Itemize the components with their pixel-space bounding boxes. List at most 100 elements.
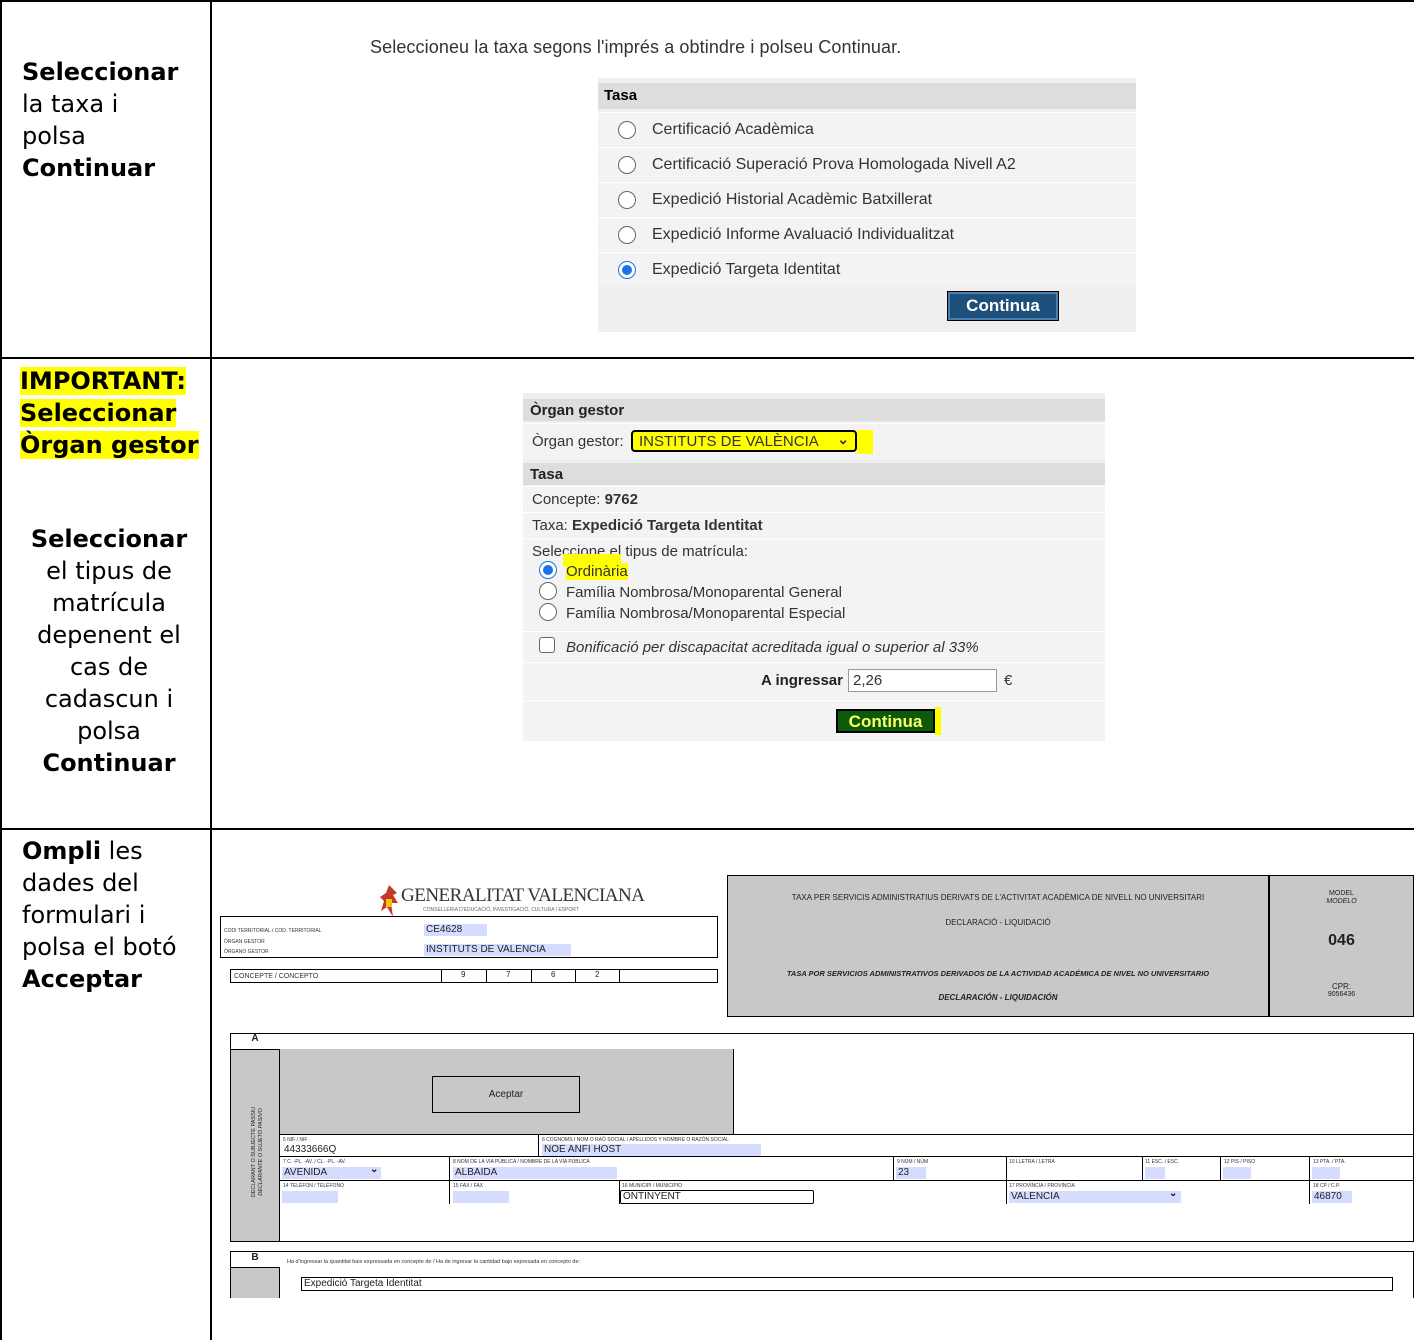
step1-bold-select: Seleccionar [22,58,179,86]
tax-option-label: Certificació Superació Prova Homologada … [652,156,1016,173]
tax-option-selected[interactable]: Expedició Targeta Identitat [598,252,1136,286]
step2-line2: el tipus de [46,557,172,585]
radio-button[interactable] [539,603,557,621]
f5-value[interactable]: 44333666Q [282,1144,527,1156]
concepte-text: Concepte: 9762 [532,491,638,508]
cpr-label: CPR: [1331,982,1352,991]
organ-gestor-label: Òrgan gestor: [532,433,624,450]
bonificacio-label: Bonificació per discapacitat acreditada … [566,639,979,656]
f14-value[interactable] [282,1191,338,1203]
chevron-down-icon: ⌄ [1169,1188,1178,1199]
organ-value[interactable]: INSTITUTS DE VALENCIA [424,944,571,956]
step1-instructions: Seleccionar la taxa i polsa Continuar [22,56,178,184]
step3-bold-accept: Acceptar [22,965,142,993]
f14-label: 14 TELÈFON / TELÉFONO [283,1183,344,1189]
table-row-divider-1 [0,357,1414,359]
tax-option[interactable]: Certificació Acadèmica [598,112,1136,146]
organ-tax-panel: Òrgan gestor Òrgan gestor: INSTITUTS DE … [523,393,1105,741]
f11-value[interactable] [1145,1167,1165,1179]
taxa-text: Taxa: Expedició Targeta Identitat [532,517,763,534]
step2-line4: depenent el [37,621,181,649]
f16-value[interactable]: ONTINYENT [620,1190,814,1204]
concepte-box: CONCEPTE / CONCEPTO 9 7 6 2 [230,969,718,983]
f12-value[interactable] [1223,1167,1251,1179]
tax-selection-panel: Tasa Certificació Acadèmica Certificació… [598,78,1136,332]
digit-divider [575,970,576,982]
chevron-down-icon: ⌄ [370,1164,379,1175]
header-va-subtitle: DECLARACIÓ - LIQUIDACIÓ [945,918,1051,927]
aceptar-button[interactable]: Aceptar [432,1076,580,1113]
model-number: 046 [1328,932,1355,949]
section-b-sidebar [231,1267,280,1298]
concepte-row: Concepte: 9762 [523,486,1105,511]
section-a-label-cell: A [230,1033,280,1049]
model-label: MODEL [1329,890,1354,897]
declarant-label: DECLARANT O SUBJECTE PASSIU [251,1106,257,1198]
f7-value[interactable]: AVENIDA [282,1167,381,1179]
f12-label: 12 PIS / PISO [1224,1159,1256,1165]
radio-button[interactable] [539,582,557,600]
matricula-row: Seleccione el tipus de matrícula: Ordinà… [523,538,1105,630]
section-a-letter: A [251,1033,259,1044]
digit-divider [486,970,487,982]
section-b-label-cell: B [230,1252,280,1266]
tax-option[interactable]: Expedició Informe Avaluació Individualit… [598,217,1136,251]
radio-button[interactable] [618,191,636,209]
codi-value[interactable]: CE4628 [424,924,487,936]
radio-button-selected[interactable] [618,261,636,279]
cpr-value: 9056436 [1327,991,1356,998]
radio-button-selected[interactable] [539,561,557,579]
f13-value[interactable] [1312,1167,1340,1179]
continue-button[interactable]: Continua [836,709,935,733]
codi-label: CODI TERRITORIAL / COD. TERRITORIAL [224,928,322,934]
f6-value[interactable]: NOE ANFI HOST [542,1144,761,1156]
digit-divider [441,970,442,982]
step2-instructions: Seleccionar el tipus de matrícula depene… [20,523,198,779]
aceptar-label: Aceptar [488,1089,524,1100]
f17-value[interactable]: VALENCIA [1009,1191,1181,1203]
form-cell-divider [1309,1180,1310,1204]
organ-gestor-header: Òrgan gestor [523,399,1105,421]
tax-option-label: Certificació Acadèmica [652,121,814,138]
tax-option-label: Expedició Informe Avaluació Individualit… [652,226,955,243]
model-box: MODEL MODELO 046 CPR: 9056436 [1269,875,1414,1017]
tax-option[interactable]: Certificació Superació Prova Homologada … [598,147,1136,181]
form-header-box: TAXA PER SERVICIS ADMINISTRATIUS DERIVAT… [727,875,1269,1017]
f6-label: 6 COGNOMS I NOM O RAÓ SOCIAL / APELLIDOS… [542,1137,729,1143]
f9-value[interactable]: 23 [896,1167,926,1179]
section-b-letter: B [251,1252,259,1263]
step2-important: IMPORTANT: Seleccionar Òrgan gestor [20,365,199,461]
digit-divider [619,970,620,982]
organ-gestor-select[interactable]: INSTITUTS DE VALÈNCIA ⌄ [631,430,857,452]
radio-button[interactable] [618,121,636,139]
taxa-label: Taxa: [532,517,568,534]
step3-instructions: Ompli les dades del formulari i polsa el… [22,835,177,995]
bonificacio-checkbox[interactable] [539,637,555,653]
ingressar-field[interactable]: 2,26 [848,669,997,692]
radio-button[interactable] [618,226,636,244]
f11-label: 11 ESC. / ESC. [1145,1159,1180,1165]
step3-line2: dades del [22,869,139,897]
matricula-option-label: Família Nombrosa/Monoparental Especial [566,605,846,622]
ingressar-row: A ingressar 2,26 € [523,662,1105,699]
declarante-label: DECLARANTE O SUJETO PASIVO [258,1108,264,1196]
continue-button[interactable]: Continua [947,291,1059,321]
form-cell-divider [893,1156,894,1180]
step3-line4: polsa el botó [22,933,177,961]
f15-value[interactable] [453,1191,509,1203]
f18-value[interactable]: 46870 [1312,1191,1352,1203]
tax-option[interactable]: Expedició Historial Acadèmic Batxillerat [598,182,1136,216]
radio-button[interactable] [618,156,636,174]
header-es-subtitle: DECLARACIÓN - LIQUIDACIÓN [938,993,1058,1002]
bat-logo-icon [379,883,399,919]
section-b-value[interactable]: Expedició Targeta Identitat [301,1277,1393,1291]
tax-option-label: Expedició Historial Acadèmic Batxillerat [652,191,933,208]
concepte-label: Concepte: [532,491,601,508]
f17-label: 17 PROVÍNCIA / PROVINCIA [1009,1183,1075,1189]
form-046: GENERALITAT VALENCIANA CONSELLERIA D'EDU… [213,853,1414,1298]
bonificacio-row: Bonificació per discapacitat acreditada … [523,631,1105,661]
f9-label: 9 NÚM / NÚM [897,1159,929,1165]
concepte-label: CONCEPTE / CONCEPTO [234,973,319,980]
tax-option-label: Expedició Targeta Identitat [652,261,841,278]
f8-value[interactable]: ALBAIDA [453,1167,617,1179]
